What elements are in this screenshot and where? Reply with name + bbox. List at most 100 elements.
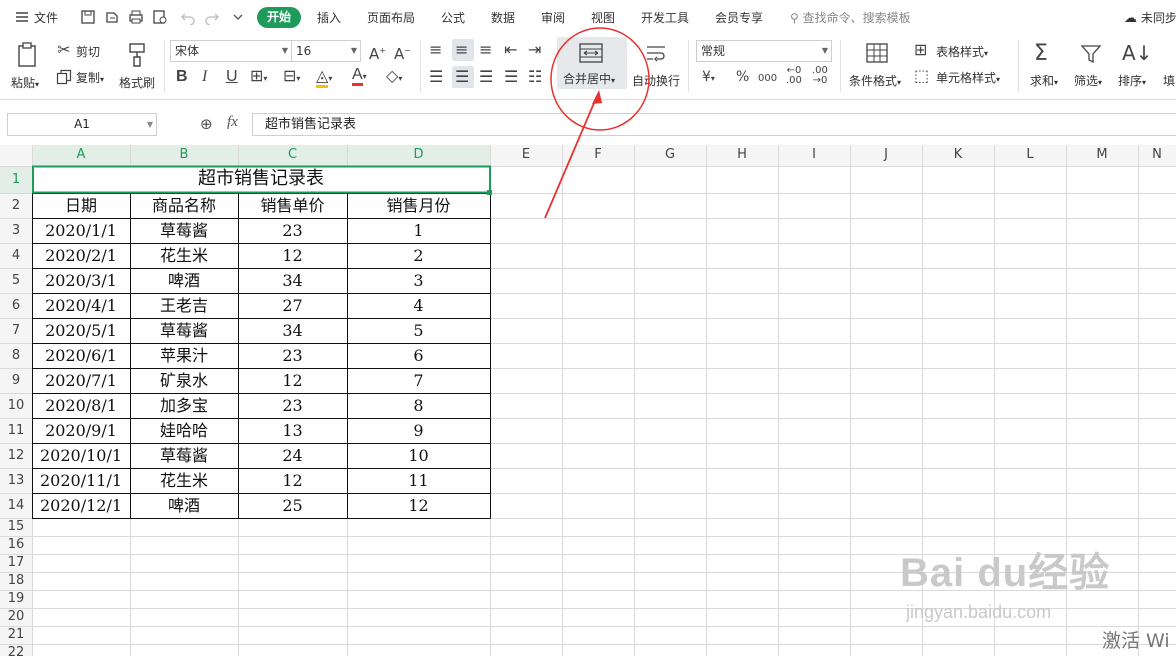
data-cell[interactable]: 23 bbox=[238, 219, 347, 243]
table-style-button[interactable]: ⊞ 表格样式▾ bbox=[914, 42, 1004, 60]
column-header-b[interactable]: B bbox=[130, 147, 238, 162]
tab-review[interactable]: 审阅 bbox=[541, 9, 565, 26]
fill-color-icon[interactable]: ◬▾ bbox=[316, 66, 332, 88]
italic-button[interactable]: I bbox=[202, 69, 207, 85]
data-cell[interactable]: 3 bbox=[347, 269, 490, 293]
bold-button[interactable]: B bbox=[176, 69, 188, 85]
data-cell[interactable]: 草莓酱 bbox=[130, 444, 238, 468]
redo-icon[interactable] bbox=[204, 9, 220, 26]
align-left-icon[interactable]: ☰ bbox=[429, 69, 443, 85]
data-cell[interactable]: 2020/1/1 bbox=[32, 219, 130, 243]
zoom-icon[interactable]: ⊕ bbox=[200, 115, 213, 133]
function-icon[interactable]: fx bbox=[227, 114, 238, 131]
column-header-n[interactable]: N bbox=[1138, 147, 1176, 162]
data-cell[interactable]: 25 bbox=[238, 494, 347, 518]
row-header-1[interactable]: 1 bbox=[0, 172, 32, 187]
data-cell[interactable]: 9 bbox=[347, 419, 490, 443]
data-cell[interactable]: 啤酒 bbox=[130, 269, 238, 293]
row-header-15[interactable]: 15 bbox=[0, 519, 32, 534]
save-icon[interactable] bbox=[80, 9, 96, 25]
data-cell[interactable]: 王老吉 bbox=[130, 294, 238, 318]
data-cell[interactable]: 花生米 bbox=[130, 244, 238, 268]
formula-input[interactable]: 超市销售记录表 bbox=[252, 113, 1176, 136]
row-header-14[interactable]: 14 bbox=[0, 498, 32, 513]
data-cell[interactable]: 1 bbox=[347, 219, 490, 243]
currency-icon[interactable]: ¥▾ bbox=[702, 69, 715, 87]
align-middle-icon[interactable]: ≡ bbox=[455, 42, 468, 58]
number-format-select[interactable]: 常规 ▼ bbox=[696, 40, 832, 62]
merged-title-cell[interactable]: 超市销售记录表 bbox=[32, 167, 490, 191]
percent-icon[interactable]: % bbox=[736, 69, 749, 85]
tab-data[interactable]: 数据 bbox=[491, 9, 515, 26]
row-header-12[interactable]: 12 bbox=[0, 448, 32, 463]
data-cell[interactable]: 2020/2/1 bbox=[32, 244, 130, 268]
decrease-indent-icon[interactable]: ⇤ bbox=[504, 42, 517, 58]
data-cell[interactable]: 23 bbox=[238, 344, 347, 368]
undo-icon[interactable] bbox=[180, 9, 196, 26]
data-cell[interactable]: 8 bbox=[347, 394, 490, 418]
data-cell[interactable]: 矿泉水 bbox=[130, 369, 238, 393]
tab-developer[interactable]: 开发工具 bbox=[641, 9, 689, 26]
row-header-20[interactable]: 20 bbox=[0, 609, 32, 624]
column-header-d[interactable]: D bbox=[347, 147, 490, 162]
data-cell[interactable]: 12 bbox=[238, 369, 347, 393]
column-header-e[interactable]: E bbox=[490, 147, 562, 162]
data-cell[interactable]: 6 bbox=[347, 344, 490, 368]
tab-insert[interactable]: 插入 bbox=[317, 9, 341, 26]
clear-format-icon[interactable]: ◇▾ bbox=[386, 68, 402, 87]
data-cell[interactable]: 34 bbox=[238, 319, 347, 343]
tab-view[interactable]: 视图 bbox=[591, 9, 615, 26]
data-cell[interactable]: 2020/11/1 bbox=[32, 469, 130, 493]
data-cell[interactable]: 啤酒 bbox=[130, 494, 238, 518]
name-box[interactable]: A1 ▼ bbox=[7, 113, 157, 136]
data-cell[interactable]: 10 bbox=[347, 444, 490, 468]
data-cell[interactable]: 12 bbox=[238, 244, 347, 268]
data-cell[interactable]: 2020/9/1 bbox=[32, 419, 130, 443]
data-cell[interactable]: 13 bbox=[238, 419, 347, 443]
fill-label[interactable]: 填 bbox=[1163, 72, 1175, 89]
column-header-g[interactable]: G bbox=[634, 147, 706, 162]
row-header-19[interactable]: 19 bbox=[0, 591, 32, 606]
export-icon[interactable] bbox=[104, 9, 120, 25]
increase-indent-icon[interactable]: ⇥ bbox=[528, 42, 541, 58]
tab-page-layout[interactable]: 页面布局 bbox=[367, 9, 415, 26]
search-box[interactable]: ⚲ 查找命令、搜索模板 bbox=[790, 9, 911, 26]
data-cell[interactable]: 娃哈哈 bbox=[130, 419, 238, 443]
header-cell[interactable]: 商品名称 bbox=[130, 194, 238, 218]
data-cell[interactable]: 23 bbox=[238, 394, 347, 418]
row-header-13[interactable]: 13 bbox=[0, 473, 32, 488]
row-header-5[interactable]: 5 bbox=[0, 273, 32, 288]
row-header-9[interactable]: 9 bbox=[0, 373, 32, 388]
quick-access-dropdown-icon[interactable] bbox=[230, 9, 246, 25]
wrap-text-button[interactable]: 自动换行 bbox=[632, 37, 682, 92]
cell-border-style-icon[interactable]: ⊟▾ bbox=[283, 68, 300, 87]
data-cell[interactable]: 2020/12/1 bbox=[32, 494, 130, 518]
data-cell[interactable]: 2020/6/1 bbox=[32, 344, 130, 368]
data-cell[interactable]: 草莓酱 bbox=[130, 219, 238, 243]
row-header-17[interactable]: 17 bbox=[0, 555, 32, 570]
data-cell[interactable]: 2020/5/1 bbox=[32, 319, 130, 343]
tab-start[interactable]: 开始 bbox=[257, 7, 301, 28]
data-cell[interactable]: 草莓酱 bbox=[130, 319, 238, 343]
data-cell[interactable]: 34 bbox=[238, 269, 347, 293]
data-cell[interactable]: 2020/3/1 bbox=[32, 269, 130, 293]
row-header-3[interactable]: 3 bbox=[0, 223, 32, 238]
data-cell[interactable]: 2020/8/1 bbox=[32, 394, 130, 418]
data-cell[interactable]: 花生米 bbox=[130, 469, 238, 493]
row-header-7[interactable]: 7 bbox=[0, 323, 32, 338]
column-header-a[interactable]: A bbox=[32, 147, 130, 162]
thousands-separator-icon[interactable]: 000 bbox=[758, 71, 777, 87]
tab-member[interactable]: 会员专享 bbox=[715, 9, 763, 26]
column-header-f[interactable]: F bbox=[562, 147, 634, 162]
data-cell[interactable]: 苹果汁 bbox=[130, 344, 238, 368]
row-header-18[interactable]: 18 bbox=[0, 573, 32, 588]
column-header-j[interactable]: J bbox=[850, 147, 922, 162]
row-header-21[interactable]: 21 bbox=[0, 627, 32, 642]
data-cell[interactable]: 24 bbox=[238, 444, 347, 468]
merge-center-button[interactable]: 合并居中▾ bbox=[557, 37, 627, 89]
row-header-6[interactable]: 6 bbox=[0, 298, 32, 313]
cut-button[interactable]: ✂ 剪切 bbox=[56, 42, 102, 60]
header-cell[interactable]: 日期 bbox=[32, 194, 130, 218]
row-header-22[interactable]: 22 bbox=[0, 645, 32, 656]
column-header-h[interactable]: H bbox=[706, 147, 778, 162]
